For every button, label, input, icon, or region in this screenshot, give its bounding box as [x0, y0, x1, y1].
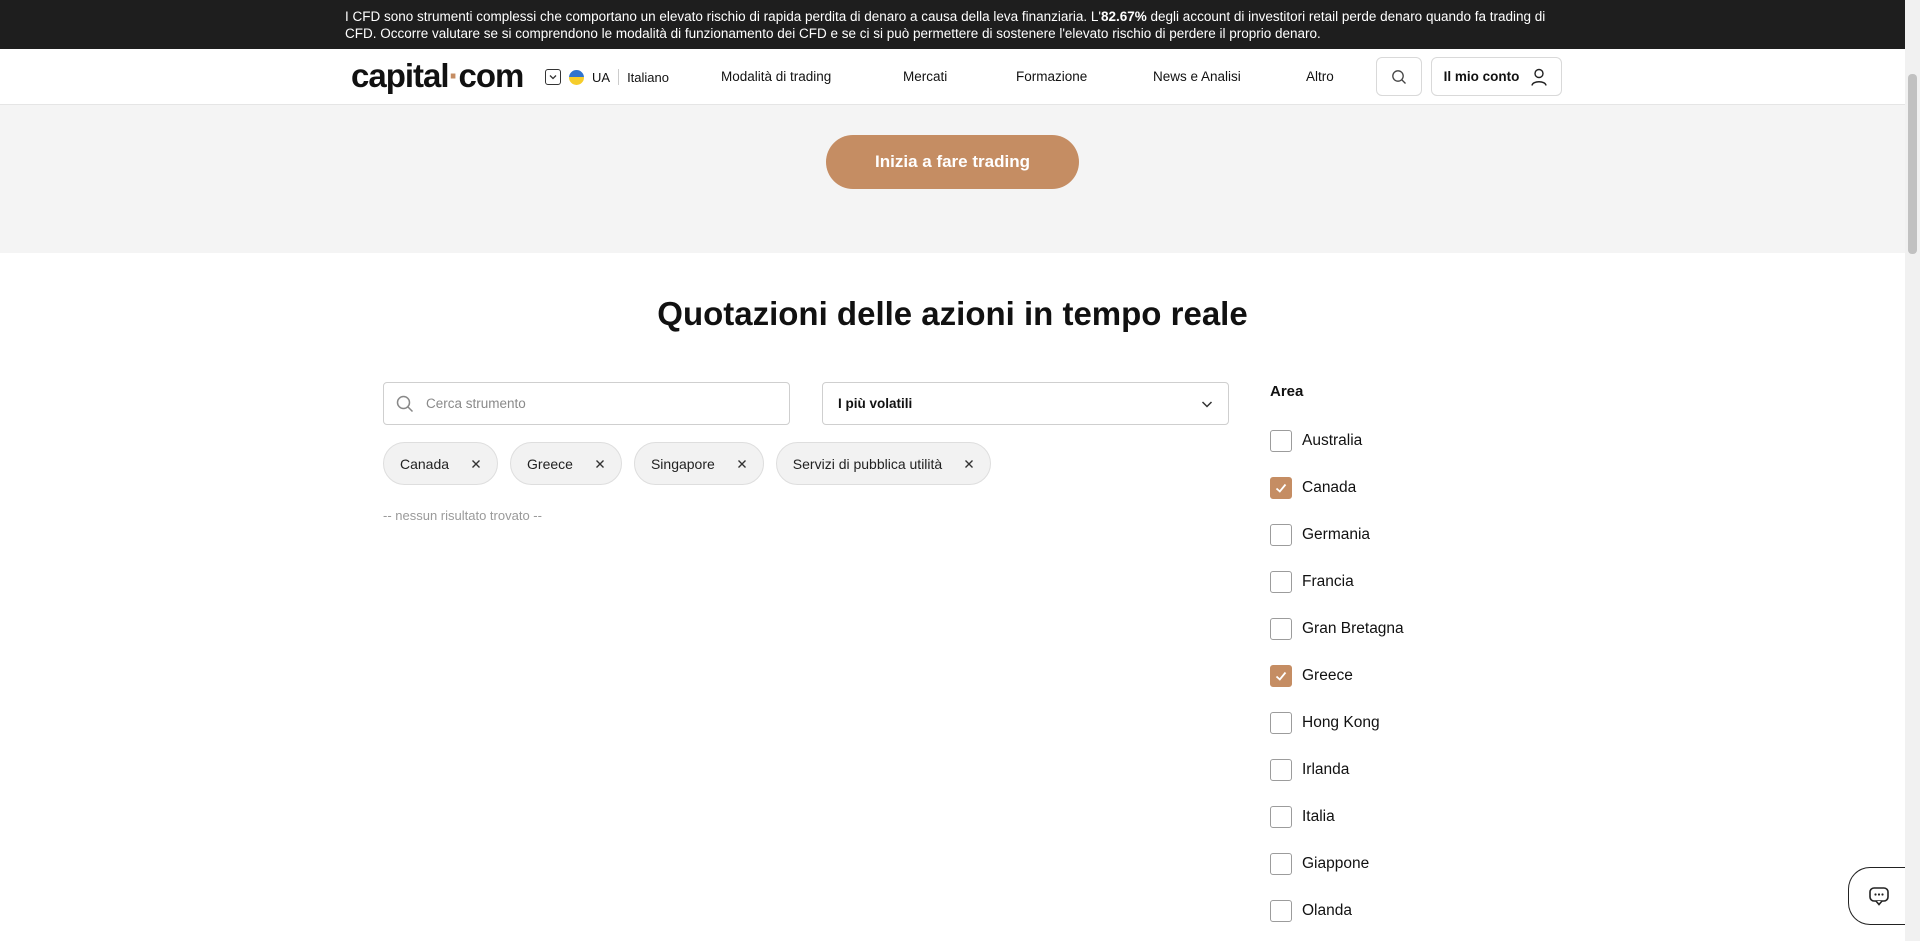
- area-option-label: Australia: [1302, 431, 1363, 449]
- checkbox[interactable]: [1270, 899, 1292, 922]
- area-option-label: Hong Kong: [1302, 713, 1380, 731]
- capital-com-logo[interactable]: capital·com: [351, 57, 524, 95]
- region-language-selector[interactable]: UA Italiano: [545, 67, 669, 87]
- area-option-label: Italia: [1302, 807, 1335, 825]
- nav-education[interactable]: Formazione: [1016, 69, 1087, 84]
- filter-chip-utilities: Servizi di pubblica utilità: [775, 442, 992, 485]
- area-option-canada[interactable]: Canada: [1270, 464, 1404, 511]
- checkbox[interactable]: [1270, 711, 1292, 734]
- checkbox[interactable]: [1270, 852, 1292, 875]
- filter-chip-canada: Canada: [383, 442, 499, 485]
- nav-news-analysis[interactable]: News e Analisi: [1153, 69, 1241, 84]
- sort-dropdown[interactable]: I più volatili: [822, 382, 1229, 425]
- close-icon[interactable]: [471, 459, 481, 469]
- active-filter-chips: Canada Greece Singapore Servizi di pubbl…: [383, 442, 992, 485]
- area-option-hong-kong[interactable]: Hong Kong: [1270, 699, 1404, 746]
- risk-warning-text: I CFD sono strumenti complessi che compo…: [345, 9, 1546, 41]
- page-title: Quotazioni delle azioni in tempo reale: [657, 295, 1248, 332]
- area-option-irlanda[interactable]: Irlanda: [1270, 746, 1404, 793]
- region-code: UA: [592, 69, 611, 85]
- filter-heading: Area: [1270, 383, 1304, 400]
- area-filter-panel: Area Australia Canada Germania Francia Gran …: [1270, 383, 1404, 934]
- checkmark-icon: [1275, 483, 1287, 493]
- language-label: Italiano: [627, 69, 669, 85]
- site-header: capital·com UA Italiano Modalità di trad…: [0, 49, 1905, 105]
- area-option-label: Gran Bretagna: [1302, 619, 1404, 637]
- area-option-label: Greece: [1302, 666, 1353, 684]
- area-option-germania[interactable]: Germania: [1270, 511, 1404, 558]
- area-option-olanda[interactable]: Olanda: [1270, 887, 1404, 934]
- ukraine-flag-icon: [569, 69, 584, 85]
- scrollbar-thumb[interactable]: [1908, 74, 1917, 254]
- search-icon: [396, 395, 414, 412]
- chevron-down-icon: [1201, 400, 1213, 408]
- nav-markets[interactable]: Mercati: [903, 69, 947, 84]
- no-results-message: -- nessun risultato trovato --: [383, 508, 542, 523]
- area-option-francia[interactable]: Francia: [1270, 558, 1404, 605]
- close-icon[interactable]: [964, 459, 974, 469]
- risk-warning-bar: I CFD sono strumenti complessi che compo…: [0, 0, 1905, 49]
- my-account-button[interactable]: Il mio conto: [1431, 57, 1562, 96]
- instrument-search-input[interactable]: Cerca strumento: [383, 382, 790, 425]
- search-placeholder: Cerca strumento: [426, 396, 526, 411]
- nav-trading-modes[interactable]: Modalità di trading: [721, 69, 831, 84]
- nav-more[interactable]: Altro: [1306, 69, 1334, 84]
- filter-chip-greece: Greece: [510, 442, 622, 485]
- area-option-label: Germania: [1302, 525, 1371, 543]
- header-search-button[interactable]: [1376, 57, 1422, 96]
- area-option-label: Olanda: [1302, 901, 1352, 919]
- my-account-label: Il mio conto: [1443, 69, 1520, 84]
- search-icon: [1392, 69, 1406, 84]
- hero-section: Inizia a fare trading: [0, 105, 1905, 253]
- user-icon: [1531, 68, 1548, 86]
- area-option-label: Irlanda: [1302, 760, 1350, 778]
- area-option-australia[interactable]: Australia: [1270, 417, 1404, 464]
- checkbox[interactable]: [1270, 570, 1292, 593]
- filter-chip-singapore: Singapore: [633, 442, 764, 485]
- close-icon[interactable]: [737, 459, 747, 469]
- chevron-down-icon: [545, 69, 561, 85]
- area-option-label: Canada: [1302, 478, 1357, 496]
- chat-button[interactable]: [1848, 867, 1908, 925]
- chat-icon: [1868, 887, 1889, 906]
- area-option-label: Giappone: [1302, 854, 1370, 872]
- area-option-italia[interactable]: Italia: [1270, 793, 1404, 840]
- area-option-label: Francia: [1302, 572, 1354, 590]
- checkbox[interactable]: [1270, 429, 1292, 452]
- close-icon[interactable]: [595, 459, 605, 469]
- checkmark-icon: [1275, 671, 1287, 681]
- start-trading-button[interactable]: Inizia a fare trading: [826, 135, 1079, 189]
- area-option-gran-bretagna[interactable]: Gran Bretagna: [1270, 605, 1404, 652]
- area-option-giappone[interactable]: Giappone: [1270, 840, 1404, 887]
- divider: [618, 69, 620, 85]
- checkbox[interactable]: [1270, 523, 1292, 546]
- checkbox[interactable]: [1270, 758, 1292, 781]
- checkbox-checked[interactable]: [1270, 664, 1292, 687]
- area-option-greece[interactable]: Greece: [1270, 652, 1404, 699]
- sort-selected-value: I più volatili: [838, 396, 913, 411]
- checkbox-checked[interactable]: [1270, 476, 1292, 499]
- checkbox[interactable]: [1270, 617, 1292, 640]
- checkbox[interactable]: [1270, 805, 1292, 828]
- page-scrollbar[interactable]: [1905, 0, 1920, 941]
